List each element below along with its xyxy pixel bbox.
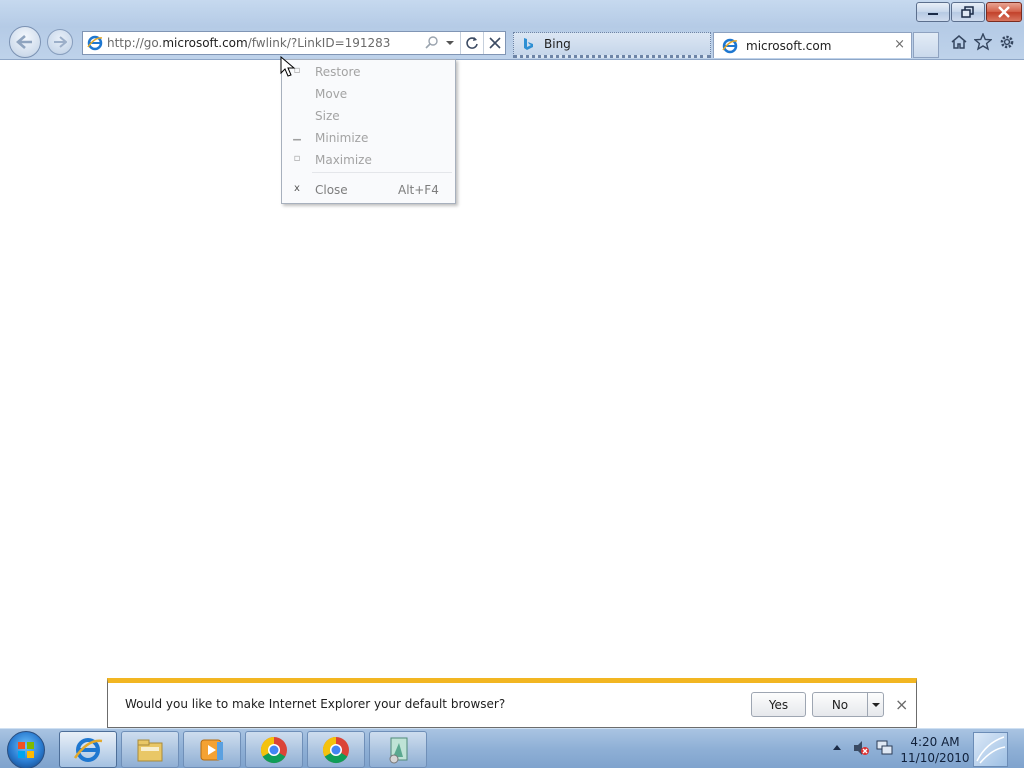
tab-label: microsoft.com: [746, 38, 832, 53]
new-tab-button[interactable]: [913, 32, 939, 58]
menu-item-label: Close: [315, 183, 348, 197]
menu-separator: [312, 172, 452, 173]
menu-item-restore[interactable]: ▫ Restore: [282, 62, 455, 82]
internet-explorer-icon: [73, 737, 103, 762]
show-desktop-button[interactable]: [973, 732, 1008, 767]
favorites-button[interactable]: [973, 32, 993, 52]
menu-item-maximize[interactable]: ▫ Maximize: [282, 150, 455, 170]
bing-icon: [524, 38, 533, 50]
chevron-down-icon[interactable]: [445, 37, 455, 51]
tab-microsoft[interactable]: microsoft.com ×: [713, 32, 912, 58]
app-icon: [389, 737, 408, 763]
default-browser-notification: Would you like to make Internet Explorer…: [107, 678, 917, 728]
show-hidden-icons-button[interactable]: [832, 742, 842, 756]
media-player-icon: [200, 739, 223, 760]
restore-window-button[interactable]: [951, 2, 985, 22]
address-bar[interactable]: http://go.microsoft.com/fwlink/?LinkID=1…: [82, 31, 506, 55]
close-icon: x: [294, 183, 300, 194]
close-window-button[interactable]: [986, 2, 1022, 22]
menu-item-label: Move: [315, 87, 348, 101]
search-icon[interactable]: [425, 35, 439, 52]
ie-icon: [722, 38, 738, 53]
tab-bing[interactable]: Bing: [513, 32, 711, 58]
refresh-button[interactable]: [460, 32, 483, 54]
maximize-icon: ▫: [293, 153, 301, 164]
taskbar-windows-explorer[interactable]: [121, 731, 179, 768]
minimize-window-button[interactable]: [916, 2, 950, 22]
menu-item-minimize[interactable]: ▁ Minimize: [282, 128, 455, 148]
notification-message: Would you like to make Internet Explorer…: [125, 697, 506, 711]
chrome-icon: [322, 736, 349, 763]
menu-item-shortcut: Alt+F4: [398, 183, 439, 197]
tab-label: Bing: [544, 37, 571, 51]
restore-icon: [961, 6, 974, 18]
close-tab-button[interactable]: ×: [894, 37, 905, 52]
start-button[interactable]: [7, 731, 45, 768]
browser-toolbar-frame: http://go.microsoft.com/fwlink/?LinkID=1…: [0, 0, 1024, 60]
taskbar-chrome-1[interactable]: [245, 731, 303, 768]
settings-gear-icon: [1000, 35, 1014, 49]
menu-item-close[interactable]: x Close Alt+F4: [282, 180, 455, 200]
taskbar-app[interactable]: [369, 731, 427, 768]
taskbar-media-player[interactable]: [183, 731, 241, 768]
menu-item-label: Maximize: [315, 153, 372, 167]
stop-button[interactable]: [483, 32, 505, 54]
network-icon[interactable]: [876, 740, 894, 759]
chrome-icon: [260, 736, 287, 763]
no-dropdown-arrow[interactable]: [867, 693, 884, 716]
tools-button[interactable]: [997, 32, 1017, 52]
no-split-button[interactable]: No: [812, 692, 884, 717]
close-icon: [998, 6, 1010, 18]
home-button[interactable]: [949, 32, 969, 52]
close-notification-button[interactable]: ×: [895, 695, 908, 714]
clock-date: 11/10/2010: [900, 751, 970, 765]
taskbar-internet-explorer[interactable]: [59, 731, 117, 768]
desktop-preview-icon: [976, 736, 1006, 764]
home-icon: [951, 35, 967, 49]
mouse-pointer-icon: [280, 56, 296, 77]
chevron-down-icon: [872, 702, 880, 707]
back-button[interactable]: [9, 26, 41, 58]
taskbar: 4:20 AM 11/10/2010: [0, 728, 1024, 768]
forward-arrow-icon: [54, 36, 67, 48]
yes-label: Yes: [768, 697, 789, 712]
volume-muted-icon[interactable]: [852, 740, 870, 759]
no-label[interactable]: No: [813, 698, 867, 712]
ie-icon: [87, 35, 103, 51]
system-clock[interactable]: 4:20 AM 11/10/2010: [900, 734, 970, 766]
minimize-icon: ▁: [293, 130, 301, 141]
yes-button[interactable]: Yes: [751, 692, 806, 717]
windows-explorer-icon: [137, 739, 163, 761]
windows-logo-icon: [18, 742, 34, 758]
menu-item-label: Minimize: [315, 131, 369, 145]
favorites-star-icon: [974, 33, 992, 51]
chevron-up-icon: [833, 745, 841, 750]
page-content[interactable]: [0, 61, 1024, 678]
stop-icon: [488, 37, 501, 49]
address-url[interactable]: http://go.microsoft.com/fwlink/?LinkID=1…: [107, 36, 390, 50]
clock-time: 4:20 AM: [910, 735, 960, 749]
menu-item-size[interactable]: Size: [282, 106, 455, 126]
forward-button[interactable]: [47, 29, 73, 55]
menu-item-label: Size: [315, 109, 340, 123]
menu-item-label: Restore: [315, 65, 361, 79]
taskbar-chrome-2[interactable]: [307, 731, 365, 768]
refresh-icon: [466, 37, 478, 49]
minimize-icon: [928, 13, 938, 15]
back-arrow-icon: [16, 35, 32, 49]
menu-item-move[interactable]: Move: [282, 84, 455, 104]
window-context-menu: ▫ Restore Move Size ▁ Minimize ▫ Maximiz…: [281, 59, 456, 204]
